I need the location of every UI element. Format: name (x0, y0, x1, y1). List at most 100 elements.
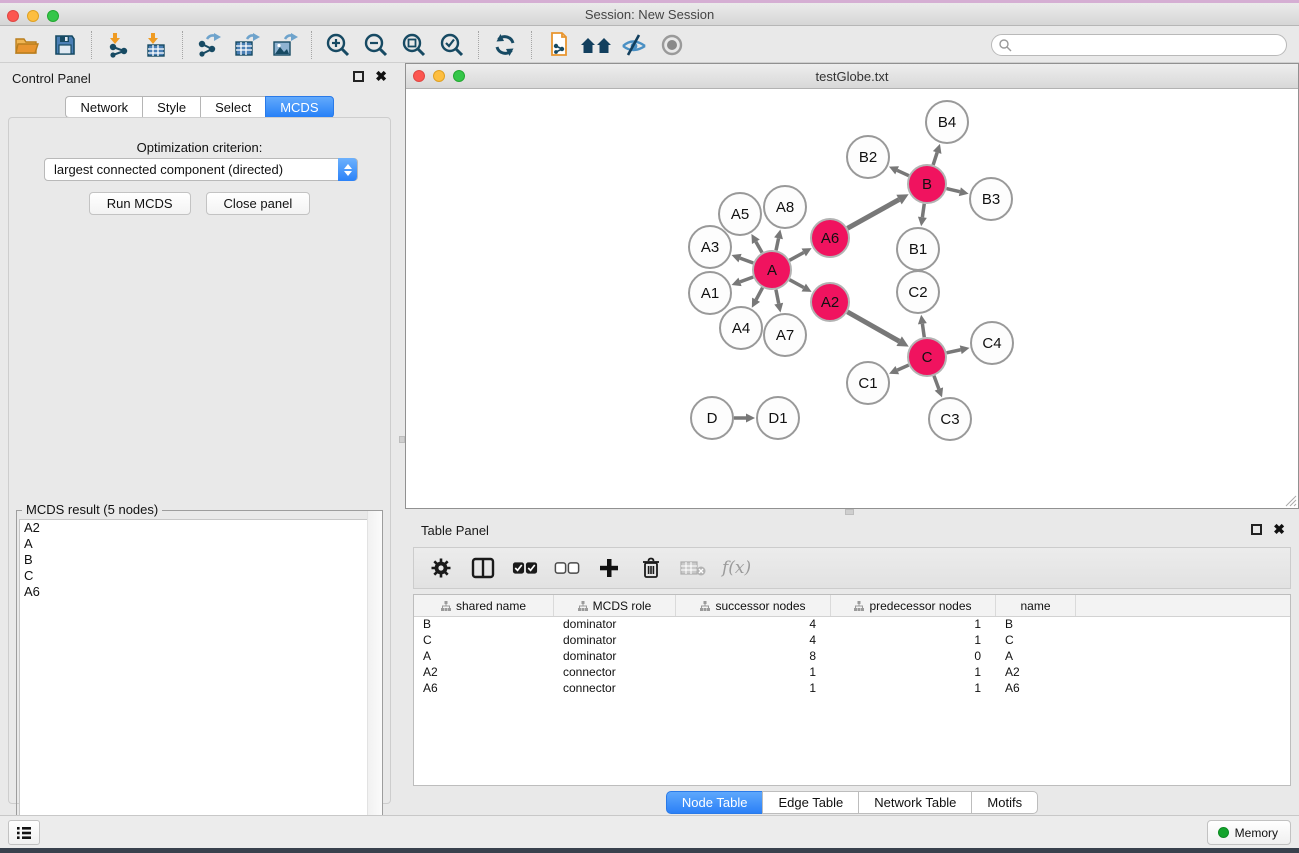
table-cell[interactable]: 1 (676, 681, 831, 697)
export-table-button[interactable] (228, 29, 266, 61)
task-history-button[interactable] (8, 820, 40, 845)
graph-node-D[interactable]: D (691, 397, 733, 439)
graph-node-C2[interactable]: C2 (897, 271, 939, 313)
table-row[interactable]: A2connector11A2 (414, 665, 1290, 681)
graph-node-C4[interactable]: C4 (971, 322, 1013, 364)
table-cell[interactable]: 8 (676, 649, 831, 665)
delete-columns-button[interactable] (638, 553, 664, 583)
graph-node-A[interactable]: A (753, 251, 791, 289)
open-session-button[interactable] (8, 29, 46, 61)
graph-node-A4[interactable]: A4 (720, 307, 762, 349)
main-titlebar[interactable]: Session: New Session (0, 3, 1299, 26)
graph-edge-A-A8[interactable] (776, 238, 778, 250)
table-cell[interactable]: dominator (554, 649, 676, 665)
graph-edge-A6-B[interactable] (847, 200, 899, 229)
result-scrollbar[interactable] (367, 511, 382, 853)
table-cell[interactable]: A6 (996, 681, 1076, 697)
float-table-panel-icon[interactable] (1251, 524, 1262, 535)
graph-node-B2[interactable]: B2 (847, 136, 889, 178)
table-cell[interactable]: B (996, 617, 1076, 633)
select-all-columns-button[interactable] (512, 553, 538, 583)
graph-edge-A2-C[interactable] (847, 312, 899, 341)
tab-edge-table[interactable]: Edge Table (762, 791, 858, 814)
new-network-from-selection-button[interactable] (539, 29, 577, 61)
run-mcds-button[interactable]: Run MCDS (89, 192, 191, 215)
table-cell[interactable]: dominator (554, 633, 676, 649)
tab-motifs[interactable]: Motifs (971, 791, 1038, 814)
tab-node-table[interactable]: Node Table (666, 791, 763, 814)
graph-node-A8[interactable]: A8 (764, 186, 806, 228)
graph-node-A5[interactable]: A5 (719, 193, 761, 235)
unselect-all-columns-button[interactable] (554, 553, 580, 583)
show-column-panel-button[interactable] (470, 553, 496, 583)
table-row[interactable]: Cdominator41C (414, 633, 1290, 649)
export-network-button[interactable] (190, 29, 228, 61)
table-cell[interactable]: 4 (676, 617, 831, 633)
hide-selected-button[interactable] (615, 29, 653, 61)
table-cell[interactable]: 1 (676, 665, 831, 681)
save-session-button[interactable] (46, 29, 84, 61)
zoom-fit-button[interactable] (395, 29, 433, 61)
graph-edge-A-A7[interactable] (776, 290, 779, 304)
tab-network[interactable]: Network (65, 96, 142, 118)
graph-node-C1[interactable]: C1 (847, 362, 889, 404)
graph-node-A1[interactable]: A1 (689, 272, 731, 314)
graph-node-C[interactable]: C (908, 338, 946, 376)
search-input[interactable] (991, 34, 1287, 56)
graph-node-A2[interactable]: A2 (811, 283, 849, 321)
network-window-titlebar[interactable]: testGlobe.txt (406, 64, 1298, 89)
mcds-result-item[interactable]: B (20, 552, 379, 568)
table-cell[interactable]: C (996, 633, 1076, 649)
memory-button[interactable]: Memory (1207, 820, 1291, 845)
mcds-result-item[interactable]: A6 (20, 584, 379, 600)
graph-node-B[interactable]: B (908, 165, 946, 203)
column-header-successor-nodes[interactable]: successor nodes (676, 595, 831, 616)
graph-node-B4[interactable]: B4 (926, 101, 968, 143)
graph-edge-B-B2[interactable] (897, 170, 909, 175)
graph-node-B1[interactable]: B1 (897, 228, 939, 270)
show-graphics-details-button[interactable] (653, 29, 691, 61)
column-header-shared-name[interactable]: shared name (414, 595, 554, 616)
graph-node-A7[interactable]: A7 (764, 314, 806, 356)
close-table-panel-icon[interactable]: ✖ (1273, 524, 1285, 535)
first-neighbors-button[interactable] (577, 29, 615, 61)
float-panel-icon[interactable] (353, 71, 364, 82)
graph-edge-B-B4[interactable] (933, 152, 937, 165)
tab-network-table[interactable]: Network Table (858, 791, 971, 814)
table-cell[interactable]: 1 (831, 681, 996, 697)
table-cell[interactable]: 0 (831, 649, 996, 665)
graph-node-B3[interactable]: B3 (970, 178, 1012, 220)
import-network-button[interactable] (99, 29, 137, 61)
graph-node-A3[interactable]: A3 (689, 226, 731, 268)
mcds-result-list[interactable]: A2ABCA6 (19, 519, 380, 851)
table-cell[interactable]: connector (554, 681, 676, 697)
table-cell[interactable]: connector (554, 665, 676, 681)
table-cell[interactable]: A2 (996, 665, 1076, 681)
tab-mcds[interactable]: MCDS (265, 96, 333, 118)
column-header-MCDS-role[interactable]: MCDS role (554, 595, 676, 616)
table-cell[interactable]: 4 (676, 633, 831, 649)
tab-select[interactable]: Select (200, 96, 265, 118)
column-header-predecessor-nodes[interactable]: predecessor nodes (831, 595, 996, 616)
node-table[interactable]: shared nameMCDS rolesuccessor nodesprede… (413, 594, 1291, 786)
graph-node-A6[interactable]: A6 (811, 219, 849, 257)
table-settings-button[interactable] (428, 553, 454, 583)
network-canvas[interactable]: AA1A2A3A4A5A6A7A8BB1B2B3B4CC1C2C3C4DD1 (406, 89, 1298, 508)
graph-edge-A-A4[interactable] (756, 288, 762, 300)
close-panel-icon[interactable]: ✖ (375, 71, 387, 82)
mcds-result-item[interactable]: A (20, 536, 379, 552)
table-cell[interactable]: 1 (831, 633, 996, 649)
table-cell[interactable]: dominator (554, 617, 676, 633)
table-cell[interactable]: A2 (414, 665, 554, 681)
resize-grip-icon[interactable] (1284, 494, 1297, 507)
create-column-button[interactable] (596, 553, 622, 583)
graph-edge-C-C3[interactable] (934, 376, 939, 389)
column-header-name[interactable]: name (996, 595, 1076, 616)
table-cell[interactable]: 1 (831, 665, 996, 681)
graph-edge-B-B3[interactable] (946, 189, 959, 192)
table-cell[interactable]: A (996, 649, 1076, 665)
graph-edge-C-C2[interactable] (922, 324, 924, 337)
table-cell[interactable]: A (414, 649, 554, 665)
zoom-selected-button[interactable] (433, 29, 471, 61)
mcds-result-item[interactable]: A2 (20, 520, 379, 536)
